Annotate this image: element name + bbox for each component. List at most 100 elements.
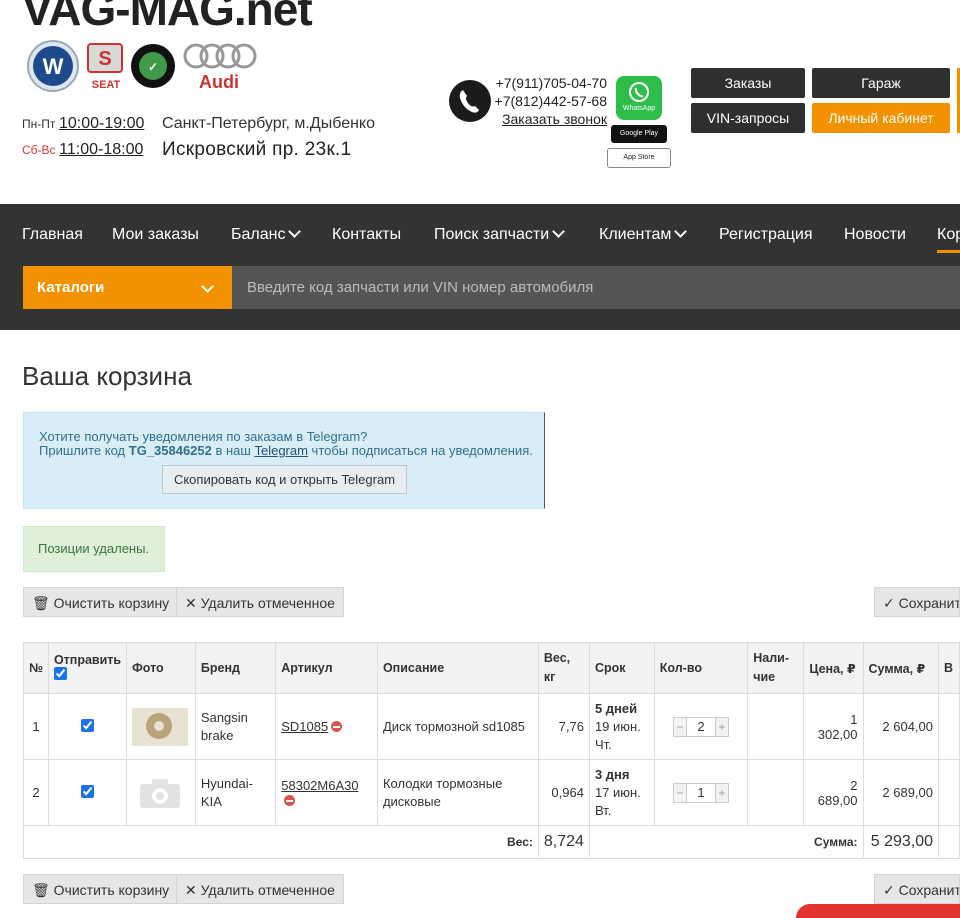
google-play-icon[interactable]: Google Play [611, 125, 667, 143]
row-photo [126, 759, 196, 826]
qty-plus-button[interactable]: + [714, 782, 729, 803]
table-row: 1 Sangsin brake SD1085 Диск тормозной sd… [23, 693, 960, 760]
vw-logo: W [27, 40, 79, 92]
save-button[interactable]: ✓ Сохранит [874, 587, 960, 617]
nav-active-underline [937, 250, 960, 253]
qty-value[interactable]: 2 [686, 716, 715, 737]
site-logo[interactable]: VAG-MAG.net [22, 0, 313, 36]
delete-icon[interactable] [331, 721, 343, 732]
phone-icon[interactable] [449, 80, 491, 122]
weekend-hours: Сб-Вс 11:00-18:00 [22, 141, 143, 159]
phone-1[interactable]: +7(911)705-04-70 [491, 74, 607, 92]
qty-minus-button[interactable]: − [672, 782, 687, 803]
callback-link[interactable]: Заказать звонок [491, 110, 607, 128]
article-link[interactable]: 58302M6A30 [281, 778, 358, 793]
copy-code-telegram-button[interactable]: Скопировать код и открыть Telegram [162, 465, 407, 494]
chevron-down-icon [288, 225, 302, 238]
nav-cart[interactable]: Кор [937, 226, 960, 244]
row-send-checkbox[interactable] [81, 718, 95, 732]
row-sum: 2 604,00 [862, 693, 939, 760]
chat-widget-edge[interactable] [796, 904, 960, 918]
col-weight: Вес, кг [537, 642, 590, 694]
col-send-label: Отправить [53, 653, 122, 667]
row-term-date: 19 июн. [594, 718, 641, 734]
article-link[interactable]: SD1085 [281, 719, 328, 734]
row-description-line2: дисковые [382, 793, 441, 809]
row-extra [938, 759, 960, 826]
totals-extra [938, 825, 960, 859]
col-article: Артикул [275, 642, 378, 694]
row-description-line1: Колодки тормозные [382, 775, 503, 791]
qty-plus-button[interactable]: + [714, 716, 729, 737]
chevron-down-icon [674, 225, 688, 238]
nav-contacts[interactable]: Контакты [332, 226, 401, 244]
col-photo: Фото [126, 642, 196, 694]
nav-home[interactable]: Главная [22, 226, 83, 244]
col-sum: Сумма, ₽ [862, 642, 939, 694]
svg-text:W: W [43, 54, 64, 79]
save-button-bottom[interactable]: ✓ Сохранит [874, 874, 960, 904]
telegram-link[interactable]: Telegram [254, 443, 307, 458]
phone-numbers: +7(911)705-04-70 +7(812)442-57-68 Заказа… [491, 74, 607, 128]
delete-selected-label: Удалить отмеченное [200, 595, 335, 611]
delete-selected-button-bottom[interactable]: ✕ Удалить отмеченное [176, 874, 344, 904]
nav-news[interactable]: Новости [844, 226, 906, 244]
nav-registration[interactable]: Регистрация [719, 226, 813, 244]
clear-cart-button[interactable]: 🗑 Очистить корзину [23, 587, 179, 617]
total-weight: 8,724 [537, 825, 590, 859]
orders-button[interactable]: Заказы [691, 68, 805, 98]
telegram-line-2: Пришлите код TG_35846252 в наш Telegram … [39, 443, 533, 458]
brake-disc-photo[interactable] [132, 707, 189, 746]
camera-icon [140, 778, 181, 808]
nav-my-orders[interactable]: Мои заказы [112, 226, 199, 244]
brand-logos: W S SEAT ✓ Audi [27, 40, 257, 92]
app-store-icon[interactable]: App Store [607, 148, 671, 168]
nav-part-search-label: Поиск запчасти [434, 226, 550, 243]
nav-clients-label: Клиентам [599, 226, 672, 243]
weekend-label: Сб-Вс [22, 143, 56, 157]
phone-2[interactable]: +7(812)442-57-68 [491, 92, 607, 110]
nav-my-orders-label: Мои заказы [112, 226, 199, 243]
row-price: 1 302,00 [803, 693, 864, 760]
trash-icon: 🗑 [32, 882, 50, 898]
nav-clients[interactable]: Клиентам [599, 225, 688, 244]
col-qty: Кол-во [653, 642, 749, 694]
telegram-mid: в наш [211, 443, 255, 458]
nav-part-search[interactable]: Поиск запчасти [434, 225, 566, 244]
skoda-logo: ✓ [131, 44, 175, 88]
search-input[interactable] [232, 266, 960, 309]
nav-contacts-label: Контакты [332, 226, 402, 243]
row-qty: − 1 + [653, 759, 749, 826]
col-num: № [23, 642, 49, 694]
row-send-checkbox[interactable] [81, 784, 95, 798]
total-sum: 5 293,00 [862, 825, 939, 859]
row-sum: 2 689,00 [862, 759, 939, 826]
weekday-label: Пн-Пт [22, 117, 56, 131]
table-header-row: № Отправить Фото Бренд Артикул Описание … [23, 642, 960, 694]
row-term: 5 дней 19 июн. Чт. [588, 693, 655, 760]
clear-cart-button-bottom[interactable]: 🗑 Очистить корзину [23, 874, 179, 904]
address-city: Санкт-Петербург, м.Дыбенко [162, 115, 375, 132]
row-brand-line1: Hyundai-KIA [200, 775, 253, 809]
row-num: 2 [23, 759, 49, 826]
vin-requests-button[interactable]: VIN-запросы [691, 103, 805, 133]
col-weight-line2: кг [543, 670, 556, 684]
catalogs-dropdown[interactable]: Каталоги [23, 266, 232, 309]
col-availability-line2: чие [753, 670, 776, 684]
delete-selected-button[interactable]: ✕ Удалить отмеченное [176, 587, 344, 617]
row-qty: − 2 + [653, 693, 749, 760]
qty-value[interactable]: 1 [686, 782, 715, 803]
row-extra [938, 693, 960, 760]
save-label: Сохранит [898, 882, 960, 898]
delete-icon[interactable] [284, 794, 296, 806]
row-availability [747, 693, 805, 760]
nav-balance[interactable]: Баланс [231, 225, 302, 244]
qty-minus-button[interactable]: − [672, 716, 687, 737]
x-icon: ✕ [185, 882, 197, 898]
cabinet-button[interactable]: Личный кабинет [812, 103, 950, 133]
whatsapp-icon[interactable]: WhatsApp [616, 76, 662, 120]
weekday-open: 10:00 [59, 115, 100, 132]
col-extra: В [938, 642, 960, 694]
garage-button[interactable]: Гараж [812, 68, 950, 98]
select-all-checkbox[interactable] [53, 667, 67, 680]
